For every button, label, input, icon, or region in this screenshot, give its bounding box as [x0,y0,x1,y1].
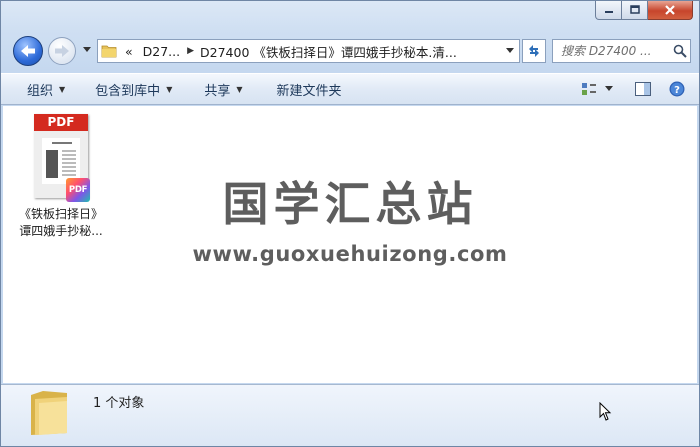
preview-pane-icon [635,82,651,96]
minimize-button[interactable] [595,1,622,20]
item-count-status: 1 个对象 [93,396,145,411]
search-box[interactable] [552,39,691,63]
caption-buttons [595,1,693,20]
share-label: 共享 [204,83,231,99]
address-segment-current[interactable]: D27400 《铁板扫择日》谭四娥手抄秘本.清... [196,42,501,61]
minimize-icon [604,11,613,13]
address-dropdown[interactable] [501,40,519,62]
maximize-button[interactable] [622,1,648,20]
new-folder-button[interactable]: 新建文件夹 [257,74,356,104]
details-pane: 1 个对象 [1,384,699,446]
include-in-library-label: 包含到库中 [95,83,161,99]
refresh-icon [529,45,539,57]
chevron-down-icon: ▼ [236,84,243,94]
recent-pages-dropdown[interactable] [81,44,93,56]
folder-icon [27,387,71,439]
help-button[interactable]: ? [663,74,699,104]
watermark: 国学汇总站 www.guoxuehuizong.com [3,174,697,266]
folder-icon [98,40,120,62]
close-button[interactable] [648,1,693,20]
organize-label: 组织 [27,83,54,99]
forward-button[interactable] [48,37,76,65]
maximize-icon [629,5,640,14]
navigation-bar: « D27... ▶ D27400 《铁板扫择日》谭四娥手抄秘本.清... [1,31,700,71]
view-options-dropdown[interactable] [603,74,623,104]
close-icon [665,5,675,15]
help-icon: ? [669,81,685,97]
mouse-cursor-icon [599,401,613,422]
change-view-button[interactable] [575,74,603,104]
preview-pane-button[interactable] [623,74,663,104]
new-folder-label: 新建文件夹 [276,83,342,99]
chevron-down-icon: ▼ [166,84,173,94]
search-icon[interactable] [670,44,690,58]
share-button[interactable]: 共享 ▼ [186,74,256,104]
address-segment-d27[interactable]: D27... [138,40,185,62]
include-in-library-button[interactable]: 包含到库中 ▼ [79,74,186,104]
chevron-down-icon [83,47,91,52]
forward-arrow-icon [55,45,69,57]
pdf-thumb-label: PDF [34,114,88,131]
view-grid-icon [582,83,596,95]
address-bar[interactable]: « D27... ▶ D27400 《铁板扫择日》谭四娥手抄秘本.清... [97,39,520,63]
command-bar: 组织 ▼ 包含到库中 ▼ 共享 ▼ 新建文件夹 ? [1,73,699,105]
address-overflow-chevron[interactable]: « [120,40,138,62]
watermark-url: www.guoxuehuizong.com [192,242,508,266]
chevron-down-icon [605,86,613,91]
chevron-down-icon: ▼ [59,84,66,94]
svg-text:?: ? [674,85,680,96]
view-controls: ? [575,74,699,104]
organize-button[interactable]: 组织 ▼ [1,74,79,104]
back-arrow-icon [21,45,35,57]
refresh-button[interactable] [522,39,546,63]
chevron-down-icon [506,48,514,53]
explorer-window: « D27... ▶ D27400 《铁板扫择日》谭四娥手抄秘本.清... 组织… [0,0,700,447]
search-input[interactable] [561,44,670,58]
watermark-title: 国学汇总站 [222,177,478,231]
file-list-area[interactable]: PDF PDF 《铁板扫择日》 谭四娥手抄秘... 国学汇总站 www.guox… [3,106,697,383]
address-separator-icon[interactable]: ▶ [185,46,196,56]
back-button[interactable] [13,36,43,66]
